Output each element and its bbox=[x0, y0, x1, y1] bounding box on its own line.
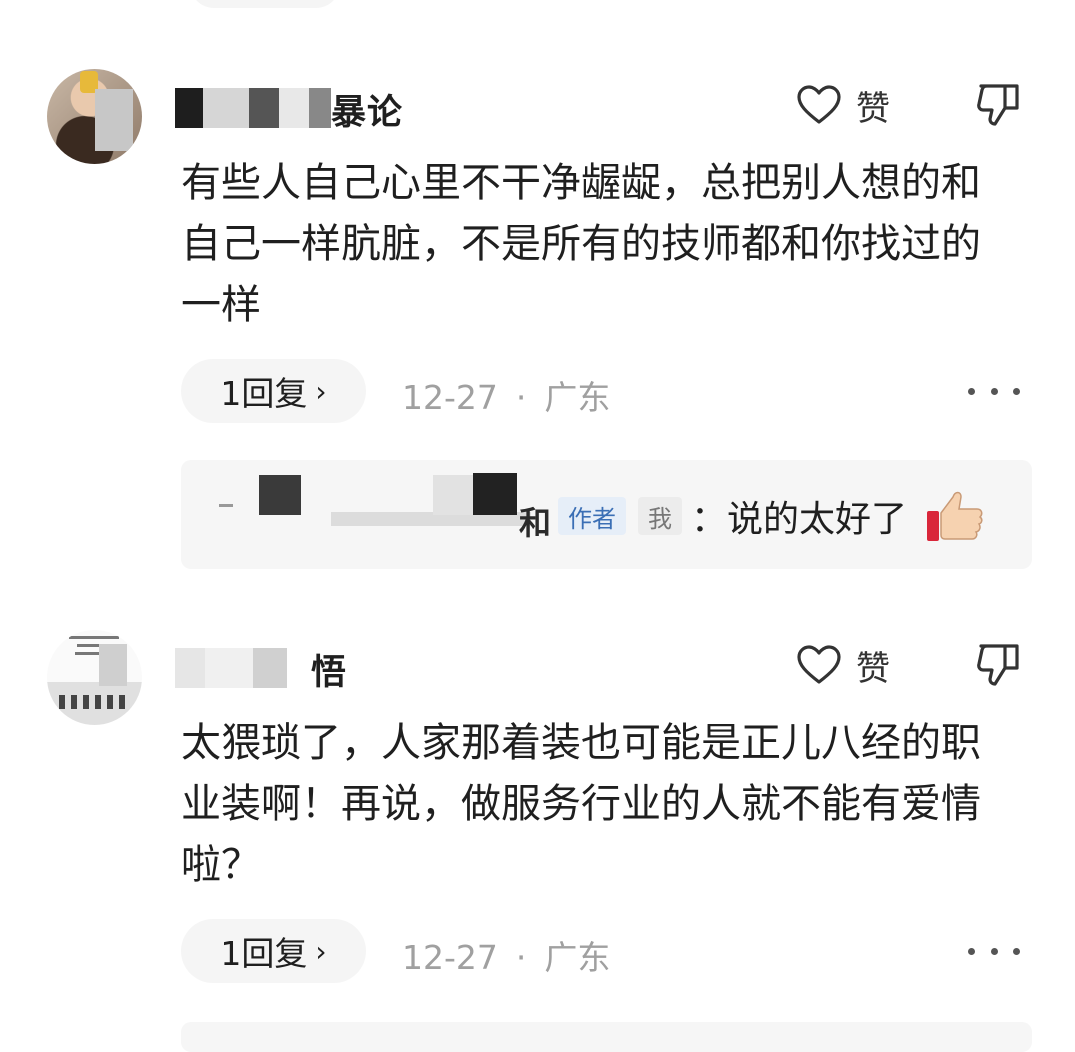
chevron-right-icon: › bbox=[315, 934, 327, 968]
like-button[interactable]: 赞 bbox=[796, 640, 916, 690]
like-label: 赞 bbox=[856, 648, 890, 689]
next-sub-reply-box[interactable] bbox=[181, 1022, 1032, 1052]
redaction-mark bbox=[473, 473, 517, 515]
chevron-right-icon: › bbox=[315, 374, 327, 408]
sub-reply[interactable]: 和 作者 我 ：说的太好了 bbox=[181, 460, 1032, 569]
meta-separator: · bbox=[515, 938, 527, 977]
comment-text: 有些人自己心里不干净龌龊，总把别人想的和自己一样肮脏，不是所有的技师都和你找过的… bbox=[181, 160, 981, 328]
dislike-button[interactable] bbox=[975, 80, 1027, 132]
comment-location: 广东 bbox=[544, 378, 611, 417]
me-badge: 我 bbox=[638, 497, 682, 535]
dislike-button[interactable] bbox=[975, 640, 1027, 692]
reply-count-label: 1回复 bbox=[220, 374, 308, 413]
heart-icon bbox=[797, 85, 841, 124]
view-replies-button[interactable]: 1回复 › bbox=[181, 919, 366, 983]
sub-reply-username[interactable]: 和 bbox=[519, 498, 551, 544]
like-label: 赞 bbox=[856, 88, 890, 129]
comment-date: 12-27 bbox=[402, 938, 498, 977]
comment-date: 12-27 bbox=[402, 378, 498, 417]
username-text: 暴论 bbox=[331, 93, 404, 133]
comment-location: 广东 bbox=[544, 938, 611, 977]
more-dot bbox=[968, 947, 975, 955]
more-options-button[interactable] bbox=[968, 381, 1020, 401]
redaction-mark bbox=[219, 504, 233, 507]
redaction-mark bbox=[433, 475, 475, 515]
avatar[interactable] bbox=[47, 630, 142, 725]
username-text: 悟 bbox=[311, 653, 348, 693]
redaction-mark bbox=[259, 475, 301, 515]
author-badge: 作者 bbox=[558, 497, 626, 535]
thumbs-down-icon bbox=[977, 644, 1019, 686]
comment-meta: 12-27 · 广东 bbox=[402, 371, 610, 419]
like-button[interactable]: 赞 bbox=[796, 80, 916, 130]
view-replies-button[interactable]: 1回复 › bbox=[181, 359, 366, 423]
meta-separator: · bbox=[515, 378, 527, 417]
more-dot bbox=[990, 947, 998, 955]
comment-text: 太猥琐了，人家那着装也可能是正儿八经的职业装啊！再说，做服务行业的人就不能有爱情… bbox=[181, 720, 981, 888]
reply-count-label: 1回复 bbox=[220, 934, 308, 973]
thumbs-down-icon bbox=[977, 84, 1019, 126]
more-options-button[interactable] bbox=[968, 941, 1020, 961]
previous-reply-pill[interactable] bbox=[190, 0, 340, 8]
more-dot bbox=[968, 387, 975, 395]
thumbs-up-icon bbox=[927, 491, 983, 541]
avatar[interactable] bbox=[47, 69, 142, 164]
heart-icon bbox=[797, 645, 841, 684]
more-dot bbox=[990, 387, 998, 395]
more-dot bbox=[1013, 947, 1020, 955]
more-dot bbox=[1013, 387, 1020, 395]
sub-reply-text: ：说的太好了 bbox=[691, 499, 908, 540]
comment-meta: 12-27 · 广东 bbox=[402, 931, 610, 979]
